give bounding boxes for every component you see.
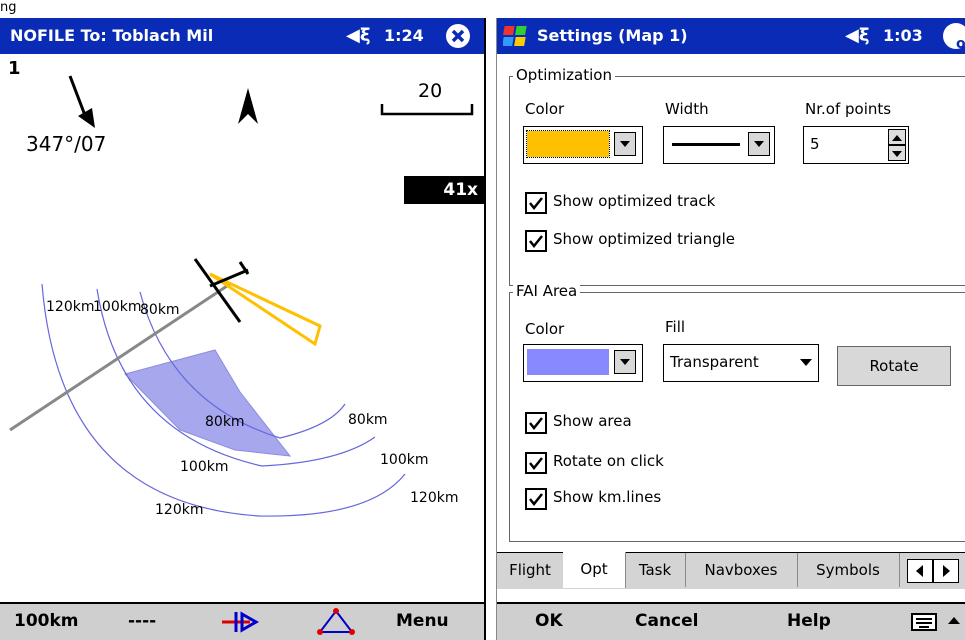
tab-scroll-left-icon[interactable] <box>907 559 933 583</box>
show-optimized-triangle-checkbox[interactable] <box>525 230 547 252</box>
optimization-group <box>509 76 965 286</box>
help-softkey[interactable]: Help <box>787 611 831 631</box>
speaker-icon[interactable]: ◀ξ <box>346 25 370 46</box>
points-label: Nr.of points <box>805 100 892 118</box>
distance-readout: 100km <box>14 611 79 631</box>
dropdown-arrow-icon <box>614 350 636 374</box>
arc-label: 80km <box>205 414 245 430</box>
rotate-button[interactable]: Rotate <box>837 346 951 386</box>
map-title-bar: NOFILE To: Toblach Mil ◀ξ 1:24 <box>0 18 484 54</box>
line-width-preview <box>672 143 740 146</box>
settings-softkey-bar: OK Cancel Help <box>497 602 965 640</box>
tab-symbols[interactable]: Symbols <box>797 553 900 587</box>
optimization-label: Optimization <box>513 66 615 84</box>
fill-label: Fill <box>665 318 686 336</box>
arc-label: 100km <box>380 452 429 468</box>
arc-label: 80km <box>140 302 180 318</box>
checkmark-icon <box>529 235 543 249</box>
menu-button[interactable]: Menu <box>396 611 449 631</box>
show-optimized-triangle-label: Show optimized triangle <box>553 230 735 248</box>
arc-label: 80km <box>348 412 388 428</box>
optimized-triangle <box>209 272 322 347</box>
speaker-icon[interactable]: ◀ξ <box>845 25 869 46</box>
ok-softkey[interactable]: OK <box>535 611 563 631</box>
checkmark-icon <box>529 457 543 471</box>
arc-label: 120km <box>410 490 459 506</box>
close-icon[interactable] <box>446 24 470 48</box>
header-caption: ng <box>0 0 17 15</box>
width-dropdown[interactable] <box>663 126 775 164</box>
optimization-color-dropdown[interactable] <box>523 126 643 164</box>
tab-scroll-right-icon[interactable] <box>933 559 959 583</box>
keyboard-icon[interactable] <box>911 612 939 632</box>
color-swatch <box>527 349 609 375</box>
dropdown-arrow-icon <box>614 132 636 156</box>
chevron-down-icon <box>800 359 812 366</box>
width-label: Width <box>665 100 709 118</box>
wind-readout: 347°/07 <box>26 132 107 156</box>
fai-area-label: FAI Area <box>513 282 581 300</box>
show-area-checkbox[interactable] <box>525 412 547 434</box>
windows-start-icon[interactable] <box>502 24 529 48</box>
fai-color-dropdown[interactable] <box>523 344 643 382</box>
show-optimized-track-label: Show optimized track <box>553 192 716 210</box>
tab-strip: Flight Opt Task Navboxes Symbols <box>497 552 965 589</box>
arc-label: 100km <box>93 299 142 315</box>
settings-title: Settings (Map 1) <box>537 26 688 45</box>
tab-opt[interactable]: Opt <box>563 552 626 588</box>
settings-screen: Settings (Map 1) ◀ξ 1:03 ok Optimization… <box>496 18 965 640</box>
ok-badge[interactable]: ok <box>943 23 965 52</box>
wind-arrow-icon <box>68 75 95 128</box>
settings-time: 1:03 <box>883 26 923 45</box>
checkmark-icon <box>529 417 543 431</box>
map-title: NOFILE To: Toblach Mil <box>10 26 214 45</box>
rotate-on-click-checkbox[interactable] <box>525 452 547 474</box>
scale-bar-icon <box>380 104 474 116</box>
map-index: 1 <box>8 58 21 79</box>
stepper-up-icon[interactable] <box>888 129 906 145</box>
settings-title-bar: Settings (Map 1) ◀ξ 1:03 ok <box>497 18 965 54</box>
fill-value: Transparent <box>670 353 759 371</box>
fai-area-shape <box>124 349 292 457</box>
checkmark-icon <box>529 197 543 211</box>
triangle-task-icon[interactable] <box>316 608 356 636</box>
show-optimized-track-checkbox[interactable] <box>525 192 547 214</box>
color-label: Color <box>525 100 565 118</box>
stepper-down-icon[interactable] <box>888 145 906 161</box>
value-readout: ---- <box>128 611 157 631</box>
cancel-softkey[interactable]: Cancel <box>635 611 698 631</box>
scale-value: 20 <box>418 80 443 102</box>
tab-flight[interactable]: Flight <box>497 553 564 587</box>
map-time: 1:24 <box>384 26 424 45</box>
map-screen: NOFILE To: Toblach Mil ◀ξ 1:24 1 347°/07… <box>0 18 486 640</box>
north-arrow-icon <box>238 88 258 124</box>
rotate-on-click-label: Rotate on click <box>553 452 664 470</box>
goto-icon[interactable] <box>220 610 260 634</box>
arc-label: 120km <box>155 502 204 518</box>
zoom-badge[interactable]: 41x <box>404 176 484 204</box>
tab-task[interactable]: Task <box>625 553 686 587</box>
show-km-lines-label: Show km.lines <box>553 488 662 506</box>
arc-label: 100km <box>180 459 229 475</box>
arc-label: 120km <box>46 299 95 315</box>
fill-dropdown[interactable]: Transparent <box>663 344 819 382</box>
fai-color-label: Color <box>525 320 565 338</box>
input-arrow-icon[interactable] <box>947 614 961 628</box>
dropdown-arrow-icon <box>748 132 770 156</box>
points-value: 5 <box>810 135 820 153</box>
show-area-label: Show area <box>553 412 632 430</box>
checkmark-icon <box>529 493 543 507</box>
tab-navboxes[interactable]: Navboxes <box>685 553 798 587</box>
map-area[interactable]: 1 347°/07 20 41x 120km 100km 80km 80km 8… <box>0 54 484 602</box>
color-swatch <box>526 130 610 158</box>
map-bottom-bar: 100km ---- Menu <box>0 602 484 640</box>
points-stepper[interactable]: 5 <box>803 126 909 164</box>
show-km-lines-checkbox[interactable] <box>525 488 547 510</box>
